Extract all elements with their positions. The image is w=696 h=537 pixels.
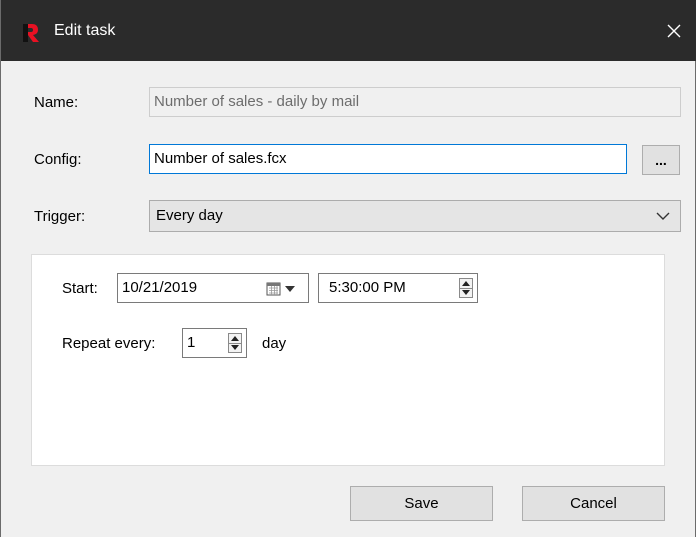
start-time-picker[interactable]: 5:30:00 PM <box>318 273 478 303</box>
browse-button[interactable]: ... <box>642 145 680 175</box>
window-title: Edit task <box>54 22 116 39</box>
config-label: Config: <box>34 151 82 168</box>
close-icon <box>667 24 681 37</box>
app-logo-icon <box>23 24 39 42</box>
trigger-label: Trigger: <box>34 208 86 225</box>
spin-up-icon <box>231 335 239 341</box>
spin-down-icon <box>231 345 239 351</box>
repeat-label: Repeat every: <box>62 335 156 352</box>
trigger-dropdown[interactable]: Every day <box>149 200 681 232</box>
title-bar: Edit task <box>1 0 696 61</box>
edit-task-dialog: Edit task Name: Number of sales - daily … <box>0 0 696 537</box>
browse-button-label: ... <box>655 152 667 168</box>
calendar-dropdown-button[interactable] <box>266 280 298 298</box>
repeat-interval-value: 1 <box>187 334 196 351</box>
time-spin-down[interactable] <box>460 287 472 298</box>
repeat-spinner[interactable] <box>228 333 242 353</box>
calendar-icon <box>266 282 281 296</box>
save-button[interactable]: Save <box>350 486 493 521</box>
spin-down-icon <box>462 290 470 296</box>
start-date-picker[interactable]: 10/21/2019 <box>117 273 309 303</box>
repeat-spin-down[interactable] <box>229 342 241 353</box>
save-button-label: Save <box>404 495 439 512</box>
dropdown-arrow-icon <box>285 286 295 292</box>
cancel-button[interactable]: Cancel <box>522 486 665 521</box>
start-time-value: 5:30:00 PM <box>329 279 406 296</box>
trigger-selected-value: Every day <box>156 207 223 224</box>
schedule-panel: Start: 10/21/2019 5:30:00 PM Repeat ever… <box>31 254 665 466</box>
config-field[interactable]: Number of sales.fcx <box>149 144 627 174</box>
chevron-down-icon <box>656 212 670 220</box>
repeat-interval-stepper[interactable]: 1 <box>182 328 247 358</box>
repeat-spin-up[interactable] <box>229 334 241 343</box>
start-date-value: 10/21/2019 <box>122 279 198 296</box>
cancel-button-label: Cancel <box>570 495 617 512</box>
name-field[interactable]: Number of sales - daily by mail <box>149 87 681 117</box>
name-label: Name: <box>34 94 79 111</box>
time-spinner[interactable] <box>459 278 473 298</box>
start-label: Start: <box>62 280 98 297</box>
time-spin-up[interactable] <box>460 279 472 288</box>
close-button[interactable] <box>651 0 696 61</box>
spin-up-icon <box>462 280 470 286</box>
repeat-unit-label: day <box>262 335 287 352</box>
